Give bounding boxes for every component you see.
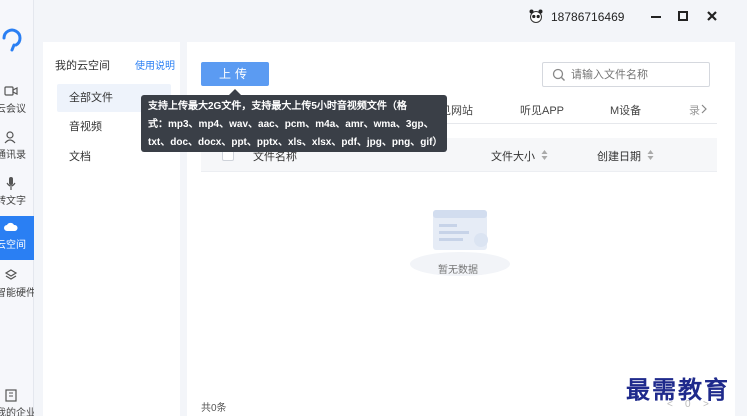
rail-item-cloud[interactable]: 云空间	[0, 216, 34, 260]
rail-item-label: 通讯录	[0, 150, 26, 161]
tab-m-device[interactable]: M设备	[610, 102, 641, 118]
nav-title: 我的云空间	[55, 60, 110, 72]
avatar-icon[interactable]	[528, 8, 544, 24]
column-date[interactable]: 创建日期	[597, 148, 641, 164]
empty-state-text: 暂无数据	[438, 265, 478, 276]
column-size[interactable]: 文件大小	[491, 148, 535, 164]
search-box[interactable]	[542, 62, 710, 87]
chevron-right-icon[interactable]	[699, 104, 709, 114]
rail-item-label: 转文字	[0, 196, 26, 207]
close-icon[interactable]	[704, 8, 720, 24]
user-phone[interactable]: 18786716469	[551, 10, 624, 24]
video-camera-icon	[4, 86, 18, 96]
left-rail: 云会议 通讯录 转文字 云空间 智能硬件 我的企业	[0, 0, 34, 416]
rail-item-transcribe[interactable]: 转文字	[0, 172, 34, 216]
tab-app[interactable]: 听见APP	[520, 102, 564, 118]
rail-item-enterprise[interactable]: 我的企业	[0, 384, 34, 416]
watermark: 最需教育	[626, 375, 730, 404]
rail-item-label: 云会议	[0, 104, 26, 115]
sort-icon[interactable]	[541, 150, 548, 160]
microphone-icon	[6, 177, 16, 190]
tooltip-line: txt、doc、docx、ppt、pptx、xls、xlsx、pdf、jpg、p…	[148, 137, 441, 148]
search-icon	[552, 68, 565, 81]
minimize-icon[interactable]	[648, 8, 664, 24]
title-bar: 18786716469	[35, 0, 747, 34]
total-count: 共0条	[201, 403, 227, 414]
building-icon	[5, 389, 17, 402]
rail-item-hardware[interactable]: 智能硬件	[0, 264, 34, 308]
rail-item-contacts[interactable]: 通讯录	[0, 126, 34, 170]
tooltip-line: 式：mp3、mp4、wav、aac、pcm、m4a、amr、wma、3gp、	[148, 119, 434, 130]
maximize-icon[interactable]	[675, 8, 691, 24]
contacts-icon	[4, 131, 16, 144]
tooltip-line: 支持上传最大2G文件，支持最大上传5小时音视频文件（格	[148, 101, 407, 112]
rail-item-label: 我的企业	[0, 408, 34, 416]
sort-icon[interactable]	[647, 150, 654, 160]
search-input[interactable]	[571, 66, 701, 84]
app-logo-icon	[2, 28, 22, 52]
cloud-icon	[4, 222, 18, 231]
upload-button[interactable]: 上传	[201, 62, 269, 86]
rail-item-label: 智能硬件	[0, 288, 34, 299]
hardware-icon	[4, 269, 18, 280]
upload-tooltip: 支持上传最大2G文件，支持最大上传5小时音视频文件（格 式：mp3、mp4、wa…	[141, 89, 447, 152]
rail-item-meeting[interactable]: 云会议	[0, 80, 34, 124]
rail-item-label: 云空间	[0, 240, 26, 251]
help-link[interactable]: 使用说明	[135, 57, 175, 72]
